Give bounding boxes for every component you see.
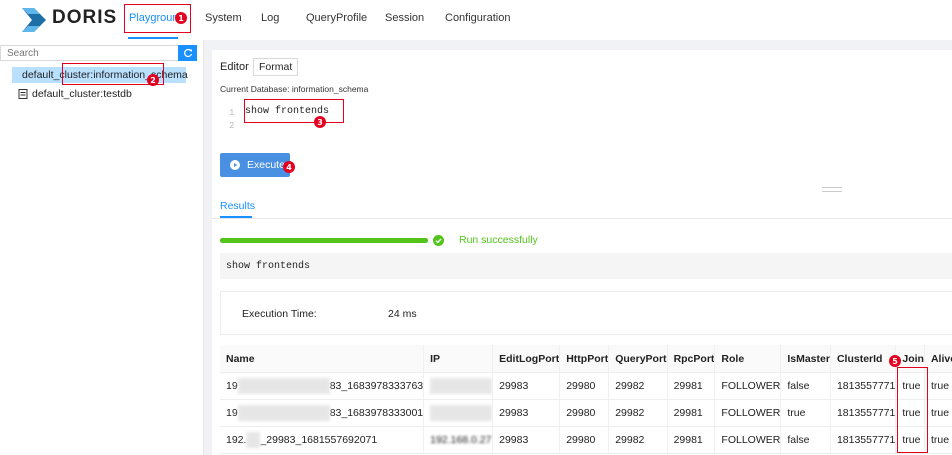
column-header[interactable]: RpcPort bbox=[666, 345, 715, 373]
name-prefix: 192. bbox=[226, 433, 247, 446]
redacted-blur bbox=[237, 405, 330, 421]
table-cell: FOLLOWER bbox=[714, 372, 781, 400]
column-header[interactable]: IsMaster bbox=[780, 345, 831, 373]
progress-fill bbox=[220, 238, 428, 243]
brand-name: DORIS bbox=[52, 7, 118, 28]
table-row: 19 83_1683978333001 29983 29980 29982 299… bbox=[220, 399, 952, 427]
search-input[interactable] bbox=[0, 45, 178, 61]
results-table: Name IP EditLogPort HttpPort QueryPort R… bbox=[220, 345, 952, 454]
redacted-ip: 192.168.0.27 bbox=[430, 434, 492, 446]
table-cell: 1813557771 bbox=[829, 426, 896, 454]
tab-log[interactable]: Log bbox=[261, 12, 279, 24]
execution-time-value: 24 ms bbox=[388, 308, 417, 320]
table-cell: 29981 bbox=[666, 372, 715, 400]
progress-bar bbox=[220, 238, 428, 243]
table-cell: true bbox=[923, 399, 952, 427]
table-cell: 19 83_1683978333001 bbox=[220, 399, 424, 427]
table-cell: 29981 bbox=[666, 426, 715, 454]
line-number: 2 bbox=[229, 121, 235, 131]
table-cell: 192.168.0.27 bbox=[423, 426, 493, 454]
table-cell: 29983 bbox=[492, 372, 560, 400]
table-cell: true bbox=[923, 426, 952, 454]
name-suffix: 83_1683978333763 bbox=[329, 379, 424, 392]
highlight-box-5 bbox=[897, 367, 928, 453]
column-header[interactable]: EditLogPort bbox=[492, 345, 560, 373]
tab-system[interactable]: System bbox=[205, 12, 242, 24]
annotation-badge: 1 bbox=[175, 12, 187, 24]
refresh-button[interactable] bbox=[178, 45, 197, 61]
column-header[interactable]: Alive bbox=[923, 345, 952, 373]
table-cell: FOLLOWER bbox=[714, 399, 781, 427]
tab-results[interactable]: Results bbox=[220, 200, 255, 212]
table-cell: 29980 bbox=[559, 399, 609, 427]
column-header[interactable]: HttpPort bbox=[559, 345, 609, 373]
column-header[interactable]: QueryPort bbox=[608, 345, 668, 373]
table-cell: 1813557771 bbox=[829, 372, 896, 400]
table-header-row: Name IP EditLogPort HttpPort QueryPort R… bbox=[220, 345, 952, 373]
current-database-label: Current Database: information_schema bbox=[220, 84, 369, 94]
table-row: 19 83_1683978333763 29983 29980 29982 299… bbox=[220, 372, 952, 400]
redacted-blur bbox=[237, 378, 330, 394]
table-cell: 29983 bbox=[492, 426, 560, 454]
table-cell: false bbox=[780, 426, 831, 454]
table-cell: 192. _29983_1681557692071 bbox=[220, 426, 424, 454]
execute-label: Execute bbox=[247, 159, 285, 171]
column-header[interactable]: Role bbox=[714, 345, 781, 373]
database-sidebar bbox=[0, 40, 204, 455]
redacted-blur bbox=[246, 432, 261, 448]
run-status: Run successfully bbox=[459, 234, 538, 246]
database-icon bbox=[18, 89, 28, 99]
table-cell: 29981 bbox=[666, 399, 715, 427]
table-cell: 29982 bbox=[608, 399, 668, 427]
editor-label: Editor bbox=[220, 61, 249, 73]
tab-configuration[interactable]: Configuration bbox=[445, 12, 510, 24]
column-header[interactable]: Name bbox=[220, 345, 424, 373]
annotation-badge: 2 bbox=[147, 74, 159, 86]
tab-queryprofile[interactable]: QueryProfile bbox=[306, 12, 367, 24]
execute-button[interactable]: Execute bbox=[220, 153, 290, 177]
column-header[interactable]: ClusterId bbox=[829, 345, 896, 373]
tab-session[interactable]: Session bbox=[385, 12, 424, 24]
table-cell: 29982 bbox=[608, 426, 668, 454]
highlight-box-3 bbox=[244, 99, 344, 123]
execution-time-card bbox=[220, 291, 952, 335]
table-cell: 1813557771 bbox=[829, 399, 896, 427]
redacted-blur bbox=[430, 405, 493, 421]
table-cell: FOLLOWER bbox=[714, 426, 781, 454]
name-prefix: 19 bbox=[226, 379, 238, 392]
name-prefix: 19 bbox=[226, 406, 238, 419]
table-cell: false bbox=[780, 372, 831, 400]
line-number: 1 bbox=[229, 108, 235, 118]
refresh-icon bbox=[183, 48, 192, 58]
table-cell bbox=[423, 372, 493, 400]
table-cell: 29980 bbox=[559, 372, 609, 400]
annotation-badge: 5 bbox=[889, 355, 901, 367]
name-suffix: 83_1683978333001 bbox=[329, 406, 424, 419]
table-cell: 19 83_1683978333763 bbox=[220, 372, 424, 400]
redacted-blur bbox=[430, 378, 493, 394]
tree-item-testdb[interactable]: default_cluster:testdb bbox=[12, 86, 132, 102]
active-tab-indicator bbox=[128, 37, 178, 39]
annotation-badge: 4 bbox=[283, 161, 295, 173]
table-row: 192. _29983_1681557692071 192.168.0.27 29… bbox=[220, 426, 952, 454]
format-button[interactable]: Format bbox=[253, 58, 299, 76]
tree-item-label: default_cluster:testdb bbox=[32, 88, 132, 100]
annotation-badge: 3 bbox=[314, 116, 326, 128]
play-icon bbox=[230, 160, 240, 170]
name-suffix: _29983_1681557692071 bbox=[260, 433, 378, 446]
table-cell: true bbox=[780, 399, 831, 427]
table-cell bbox=[423, 399, 493, 427]
table-cell: 29980 bbox=[559, 426, 609, 454]
execution-time-label: Execution Time: bbox=[242, 308, 317, 320]
table-cell: 29982 bbox=[608, 372, 668, 400]
check-circle-icon bbox=[433, 235, 444, 246]
table-cell: true bbox=[923, 372, 952, 400]
resize-handle[interactable] bbox=[822, 187, 842, 192]
column-header[interactable]: IP bbox=[423, 345, 493, 373]
executed-sql: show frontends bbox=[220, 253, 952, 279]
tab-divider bbox=[212, 218, 952, 219]
table-cell: 29983 bbox=[492, 399, 560, 427]
